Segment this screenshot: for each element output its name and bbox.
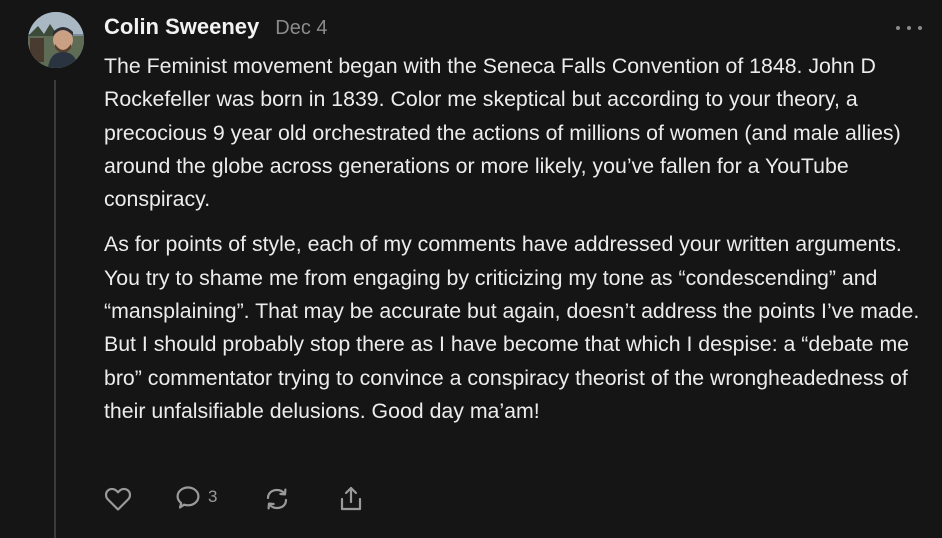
dot (907, 26, 911, 30)
like-button[interactable] (104, 486, 132, 512)
comment-button[interactable]: 3 (174, 485, 217, 513)
avatar-photo (28, 12, 84, 68)
dot (918, 26, 922, 30)
share-button[interactable] (337, 485, 365, 513)
comment-paragraph: As for points of style, each of my comme… (104, 232, 920, 423)
dot (896, 26, 900, 30)
comment-icon (176, 486, 200, 509)
author-name[interactable]: Colin Sweeney (104, 14, 259, 40)
avatar[interactable] (28, 12, 84, 68)
heart-icon (104, 487, 132, 511)
thread-line (54, 80, 56, 538)
comment-actions: 3 (104, 484, 365, 514)
comment-paragraph: The Feminist movement began with the Sen… (104, 54, 901, 212)
restack-icon (267, 488, 288, 510)
comment-header: Colin Sweeney Dec 4 (104, 14, 328, 46)
ellipsis-icon[interactable] (896, 20, 922, 36)
restack-button[interactable] (263, 485, 291, 513)
comment-date[interactable]: Dec 4 (275, 17, 327, 40)
share-icon (341, 486, 362, 511)
comment-body: The Feminist movement began with the Sen… (104, 50, 924, 428)
comment-count: 3 (208, 487, 218, 506)
